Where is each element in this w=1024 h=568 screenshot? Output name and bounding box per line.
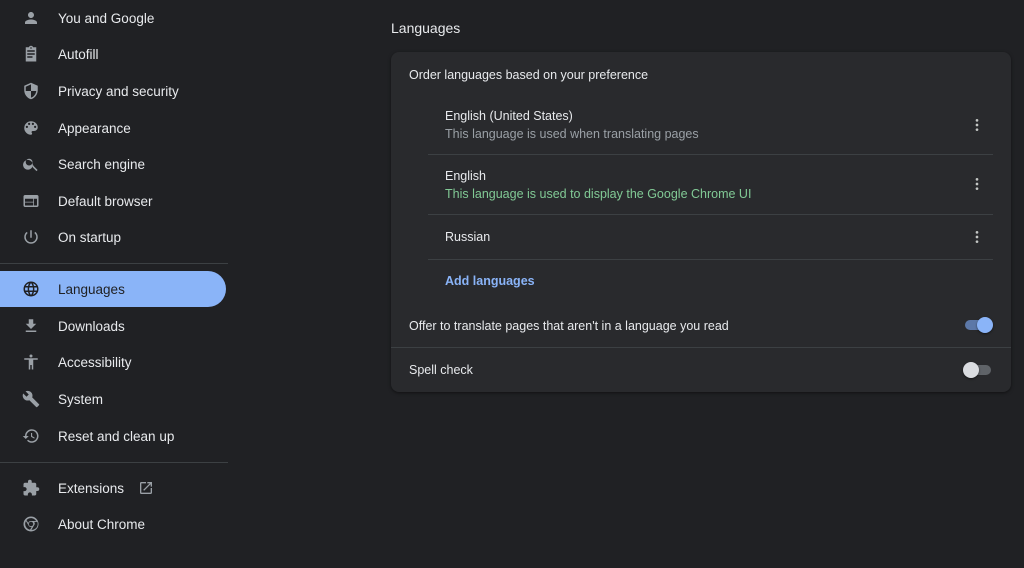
more-actions-icon[interactable] (969, 115, 985, 135)
sidebar-item-accessibility[interactable]: Accessibility (0, 344, 226, 380)
sidebar-item-label: Accessibility (58, 355, 132, 370)
spell-check-toggle[interactable] (965, 362, 993, 378)
wrench-icon (22, 390, 40, 408)
sidebar-item-you-and-google[interactable]: You and Google (0, 0, 226, 36)
sidebar-item-label: On startup (58, 230, 121, 245)
accessibility-icon (22, 353, 40, 371)
more-actions-icon[interactable] (969, 174, 985, 194)
sidebar-divider (0, 462, 228, 463)
sidebar-item-languages[interactable]: Languages (0, 271, 226, 307)
person-icon (22, 9, 40, 27)
offer-translate-label: Offer to translate pages that aren't in … (409, 319, 729, 333)
sidebar-item-label: Appearance (58, 121, 131, 136)
sidebar-item-label: Autofill (58, 47, 99, 62)
power-icon (22, 228, 40, 246)
sidebar-item-label: Languages (58, 282, 125, 297)
sidebar-item-label: Privacy and security (58, 84, 179, 99)
more-actions-icon[interactable] (969, 227, 985, 247)
sidebar-item-appearance[interactable]: Appearance (0, 110, 226, 146)
palette-icon (22, 119, 40, 137)
sidebar-item-label: About Chrome (58, 517, 145, 532)
row-divider (428, 154, 993, 155)
browser-window-icon (22, 192, 40, 210)
sidebar-item-on-startup[interactable]: On startup (0, 219, 226, 255)
sidebar-item-label: You and Google (58, 11, 154, 26)
sidebar-nav: You and Google Autofill Privacy and secu… (0, 0, 230, 568)
sidebar-item-about-chrome[interactable]: About Chrome (0, 506, 226, 542)
search-icon (22, 155, 40, 173)
sidebar-item-default-browser[interactable]: Default browser (0, 183, 226, 219)
sidebar-item-label: Downloads (58, 319, 125, 334)
sidebar-item-label: Default browser (58, 194, 153, 209)
sidebar-item-label: Extensions (58, 481, 124, 496)
order-languages-heading: Order languages based on your preference (409, 68, 648, 82)
download-icon (22, 317, 40, 335)
row-divider (428, 214, 993, 215)
language-note: This language is used to display the Goo… (445, 187, 751, 201)
language-name: English (445, 169, 486, 183)
history-icon (22, 427, 40, 445)
language-name: English (United States) (445, 109, 573, 123)
sidebar-item-autofill[interactable]: Autofill (0, 36, 226, 72)
sidebar-item-privacy-and-security[interactable]: Privacy and security (0, 73, 226, 109)
sidebar-divider (0, 263, 228, 264)
language-name: Russian (445, 230, 490, 244)
sidebar-item-downloads[interactable]: Downloads (0, 308, 226, 344)
toggle-knob (963, 362, 979, 378)
chrome-icon (22, 515, 40, 533)
page-title: Languages (391, 20, 460, 36)
globe-icon (22, 280, 40, 298)
sidebar-item-label: Search engine (58, 157, 145, 172)
sidebar-item-system[interactable]: System (0, 381, 226, 417)
sidebar-item-search-engine[interactable]: Search engine (0, 146, 226, 182)
add-languages-button[interactable]: Add languages (445, 274, 535, 288)
sidebar-item-label: System (58, 392, 103, 407)
row-divider (391, 347, 1011, 348)
offer-translate-toggle[interactable] (965, 317, 993, 333)
language-note: This language is used when translating p… (445, 127, 699, 141)
row-divider (428, 259, 993, 260)
sidebar-item-reset-and-clean-up[interactable]: Reset and clean up (0, 418, 226, 454)
languages-card: Order languages based on your preference… (391, 52, 1011, 392)
sidebar-item-extensions[interactable]: Extensions (0, 470, 226, 506)
spell-check-label: Spell check (409, 363, 473, 377)
puzzle-icon (22, 479, 40, 497)
open-in-new-icon[interactable] (138, 480, 154, 496)
toggle-knob (977, 317, 993, 333)
clipboard-icon (22, 45, 40, 63)
sidebar-item-label: Reset and clean up (58, 429, 174, 444)
shield-icon (22, 82, 40, 100)
